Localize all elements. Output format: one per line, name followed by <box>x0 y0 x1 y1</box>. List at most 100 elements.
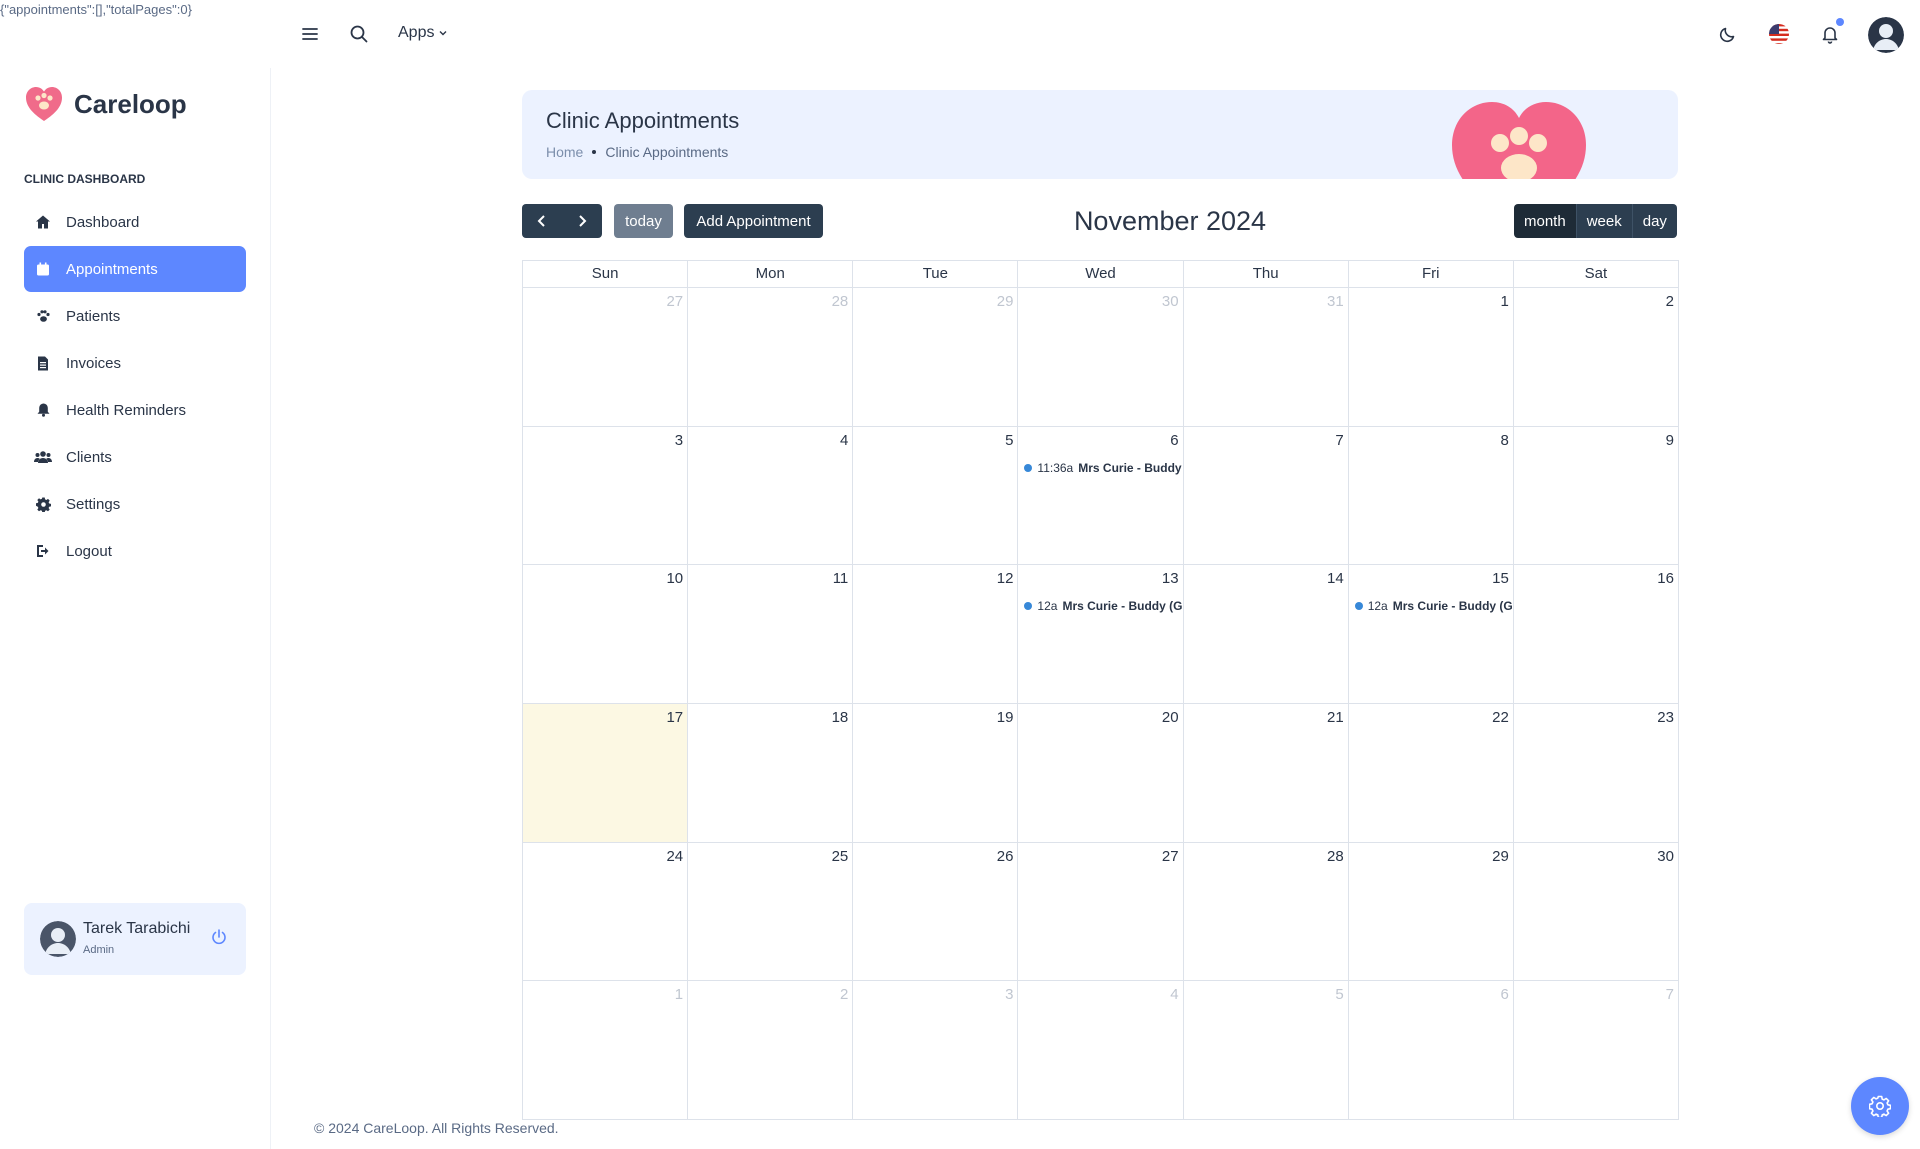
calendar-day-cell[interactable]: 1 <box>523 981 689 1121</box>
calendar-day-cell[interactable]: 26 <box>853 842 1019 982</box>
calendar-day-cell[interactable]: 20 <box>1018 704 1184 843</box>
day-number[interactable]: 31 <box>1327 293 1344 310</box>
day-number[interactable]: 15 <box>1492 570 1509 587</box>
calendar-day-cell[interactable]: 4 <box>1018 981 1184 1121</box>
power-icon[interactable] <box>210 928 228 951</box>
day-number[interactable]: 30 <box>1162 293 1179 310</box>
sidebar-item-settings[interactable]: Settings <box>24 481 246 527</box>
day-number[interactable]: 2 <box>840 986 848 1003</box>
day-number[interactable]: 29 <box>997 293 1014 310</box>
calendar-day-cell[interactable]: 11 <box>688 565 854 705</box>
calendar-day-cell[interactable]: 14 <box>1183 565 1349 705</box>
calendar-day-cell[interactable]: 22 <box>1348 704 1514 843</box>
calendar-day-cell[interactable]: 31 <box>1183 288 1349 427</box>
calendar-day-cell[interactable]: 16 <box>1513 565 1679 705</box>
day-number[interactable]: 6 <box>1170 432 1178 449</box>
day-number[interactable]: 23 <box>1657 709 1674 726</box>
day-number[interactable]: 27 <box>1162 848 1179 865</box>
day-number[interactable]: 10 <box>666 570 683 587</box>
day-number[interactable]: 13 <box>1162 570 1179 587</box>
day-number[interactable]: 21 <box>1327 709 1344 726</box>
appointment-event[interactable]: 12a Mrs Curie - Buddy (Gr <box>1354 599 1513 613</box>
day-number[interactable]: 28 <box>1327 848 1344 865</box>
calendar-day-cell[interactable]: 5 <box>1183 981 1349 1121</box>
appointment-event[interactable]: 12a Mrs Curie - Buddy (Gr <box>1024 599 1183 613</box>
calendar-day-cell[interactable]: 21 <box>1183 704 1349 843</box>
calendar-day-cell[interactable]: 27 <box>523 288 689 427</box>
day-number[interactable]: 30 <box>1657 848 1674 865</box>
calendar-day-cell[interactable]: 3 <box>523 426 689 566</box>
day-number[interactable]: 26 <box>997 848 1014 865</box>
brand-logo[interactable]: Careloop <box>24 84 187 124</box>
day-number[interactable]: 12 <box>997 570 1014 587</box>
us-flag-icon[interactable] <box>1767 22 1791 46</box>
day-number[interactable]: 14 <box>1327 570 1344 587</box>
day-number[interactable]: 1 <box>1501 293 1509 310</box>
day-number[interactable]: 11 <box>833 570 849 587</box>
day-number[interactable]: 4 <box>840 432 848 449</box>
calendar-day-cell[interactable]: 24 <box>523 842 689 982</box>
day-number[interactable]: 6 <box>1501 986 1509 1003</box>
day-number[interactable]: 5 <box>1335 986 1343 1003</box>
prev-button[interactable] <box>522 214 562 228</box>
calendar-day-cell[interactable]: 5 <box>853 426 1019 566</box>
month-view-button[interactable]: month <box>1514 204 1576 238</box>
calendar-day-cell[interactable]: 2 <box>1513 288 1679 427</box>
calendar-day-cell[interactable]: 29 <box>1348 842 1514 982</box>
day-number[interactable]: 7 <box>1666 986 1674 1003</box>
search-icon[interactable] <box>347 22 371 46</box>
sidebar-item-health-reminders[interactable]: Health Reminders <box>24 387 246 433</box>
calendar-day-cell-today[interactable]: 17 <box>523 704 689 843</box>
day-number[interactable]: 1 <box>675 986 683 1003</box>
calendar-day-cell[interactable]: 9 <box>1513 426 1679 566</box>
calendar-day-cell[interactable]: 8 <box>1348 426 1514 566</box>
calendar-day-cell[interactable]: 19 <box>853 704 1019 843</box>
day-number[interactable]: 19 <box>997 709 1014 726</box>
day-number[interactable]: 5 <box>1005 432 1013 449</box>
calendar-day-cell[interactable]: 10 <box>523 565 689 705</box>
calendar-day-cell[interactable]: 28 <box>1183 842 1349 982</box>
day-number[interactable]: 28 <box>832 293 849 310</box>
calendar-day-cell[interactable]: 15 12a Mrs Curie - Buddy (Gr <box>1348 565 1514 705</box>
sidebar-item-patients[interactable]: Patients <box>24 293 246 339</box>
calendar-day-cell[interactable]: 7 <box>1513 981 1679 1121</box>
day-number[interactable]: 2 <box>1666 293 1674 310</box>
menu-toggle-icon[interactable] <box>298 22 322 46</box>
sidebar-item-dashboard[interactable]: Dashboard <box>24 199 246 245</box>
add-appointment-button[interactable]: Add Appointment <box>684 204 823 238</box>
day-number[interactable]: 29 <box>1492 848 1509 865</box>
calendar-day-cell[interactable]: 27 <box>1018 842 1184 982</box>
day-number[interactable]: 9 <box>1666 432 1674 449</box>
today-button[interactable]: today <box>614 204 673 238</box>
next-button[interactable] <box>562 214 602 228</box>
sidebar-item-logout[interactable]: Logout <box>24 528 246 574</box>
bell-icon[interactable] <box>1818 18 1844 46</box>
calendar-day-cell[interactable]: 13 12a Mrs Curie - Buddy (Gr <box>1018 565 1184 705</box>
calendar-day-cell[interactable]: 30 <box>1513 842 1679 982</box>
day-number[interactable]: 20 <box>1162 709 1179 726</box>
day-number[interactable]: 4 <box>1170 986 1178 1003</box>
calendar-day-cell[interactable]: 2 <box>688 981 854 1121</box>
calendar-day-cell[interactable]: 6 11:36a Mrs Curie - Buddy <box>1018 426 1184 566</box>
calendar-day-cell[interactable]: 3 <box>853 981 1019 1121</box>
calendar-day-cell[interactable]: 23 <box>1513 704 1679 843</box>
apps-menu[interactable]: Apps <box>398 24 448 42</box>
day-number[interactable]: 8 <box>1501 432 1509 449</box>
day-number[interactable]: 27 <box>666 293 683 310</box>
appointment-event[interactable]: 11:36a Mrs Curie - Buddy <box>1024 461 1182 475</box>
user-avatar[interactable] <box>1868 17 1904 53</box>
day-view-button[interactable]: day <box>1631 204 1677 238</box>
calendar-day-cell[interactable]: 1 <box>1348 288 1514 427</box>
day-number[interactable]: 7 <box>1335 432 1343 449</box>
calendar-day-cell[interactable]: 30 <box>1018 288 1184 427</box>
moon-icon[interactable] <box>1716 22 1740 46</box>
calendar-day-cell[interactable]: 29 <box>853 288 1019 427</box>
calendar-day-cell[interactable]: 18 <box>688 704 854 843</box>
calendar-day-cell[interactable]: 6 <box>1348 981 1514 1121</box>
day-number[interactable]: 3 <box>1005 986 1013 1003</box>
calendar-day-cell[interactable]: 7 <box>1183 426 1349 566</box>
day-number[interactable]: 24 <box>666 848 683 865</box>
breadcrumb-home[interactable]: Home <box>546 144 583 160</box>
day-number[interactable]: 18 <box>832 709 849 726</box>
week-view-button[interactable]: week <box>1575 204 1632 238</box>
